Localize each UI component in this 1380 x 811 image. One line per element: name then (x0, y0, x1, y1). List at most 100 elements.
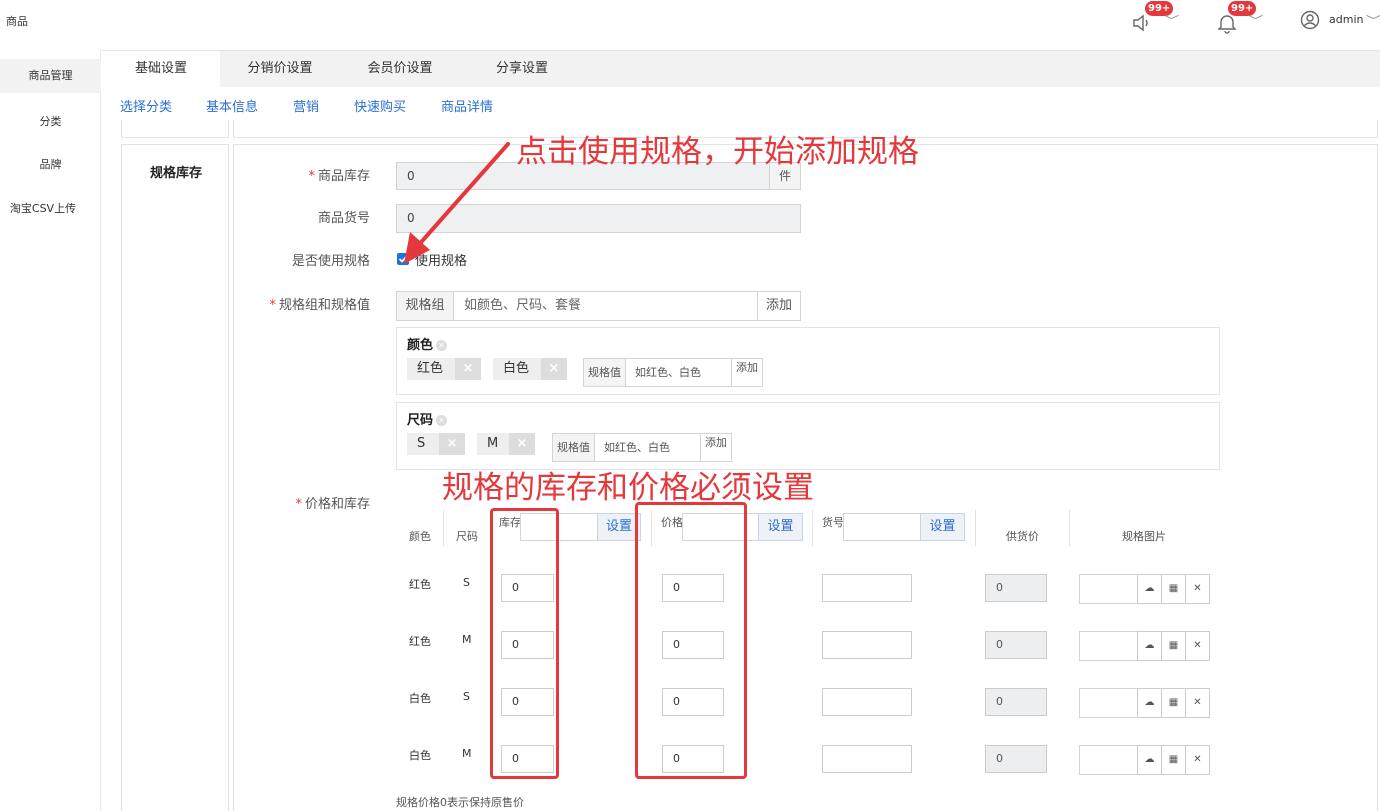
sku-label: 商品货号 (317, 211, 370, 226)
batch-code-input[interactable] (843, 513, 921, 541)
close-icon[interactable]: ✕ (1185, 574, 1210, 604)
section-label-box: 规格库存 (121, 144, 229, 811)
speaker-button[interactable]: 99+ (1131, 1, 1174, 32)
spec-value-tag: S × (407, 433, 465, 455)
spec-group-name: 颜色 ✕ (407, 334, 448, 353)
row-color: 红色 (409, 578, 431, 591)
tab-basic-settings[interactable]: 基础设置 (102, 51, 220, 88)
stock-highlight-box (490, 508, 559, 779)
row-color: 白色 (409, 749, 431, 762)
app-title: 商品 (6, 15, 28, 28)
spec-value-addon: 规格值 (583, 358, 626, 387)
grid-icon[interactable]: ▦ (1161, 745, 1186, 775)
col-size: 尺码 (456, 530, 478, 543)
tab-distribution-price[interactable]: 分销价设置 (228, 51, 332, 88)
remove-value-icon[interactable]: × (541, 358, 567, 380)
price-stock-label: * 价格和库存 (295, 497, 370, 512)
subnav-basic-info[interactable]: 基本信息 (206, 96, 258, 115)
row-image-input[interactable] (1079, 574, 1138, 604)
spec-group-input[interactable]: 如颜色、尺码、套餐 (453, 291, 758, 321)
spec-value-input[interactable]: 如红色、白色 (594, 433, 701, 462)
user-name[interactable]: admin (1329, 13, 1363, 26)
spec-group-addon: 规格组 (396, 291, 454, 321)
sidebar-item-taobao-csv[interactable]: 淘宝CSV上传 (0, 200, 86, 216)
sidebar-item-category[interactable]: 分类 (0, 113, 101, 129)
row-size: S (463, 690, 470, 703)
row-supply-price: 0 (985, 745, 1047, 773)
chevron-down-icon[interactable]: ﹀ (1248, 12, 1263, 28)
col-code: 货号 (822, 516, 844, 529)
row-image-input[interactable] (1079, 631, 1138, 661)
row-image-input[interactable] (1079, 745, 1138, 775)
spec-value-input[interactable]: 如红色、白色 (625, 358, 732, 387)
column-divider (443, 510, 444, 546)
batch-price-set-button[interactable]: 设置 (758, 513, 803, 541)
annotation-use-spec: 点击使用规格，开始添加规格 (516, 134, 919, 170)
tab-share-settings[interactable]: 分享设置 (472, 51, 572, 88)
grid-icon[interactable]: ▦ (1161, 688, 1186, 718)
spec-group-name: 尺码 ✕ (407, 409, 448, 428)
spec-group-label: * 规格组和规格值 (269, 298, 370, 313)
column-divider (975, 510, 976, 546)
row-image-input[interactable] (1079, 688, 1138, 718)
sidebar: 商品管理 分类 品牌 淘宝CSV上传 (0, 50, 101, 811)
col-spec-image: 规格图片 (1122, 530, 1166, 543)
grid-icon[interactable]: ▦ (1161, 574, 1186, 604)
section-title: 规格库存 (150, 166, 203, 181)
spec-value-addon: 规格值 (552, 433, 595, 462)
grid-icon[interactable]: ▦ (1161, 631, 1186, 661)
spec-value-tag: 红色 × (407, 358, 481, 380)
cloud-upload-icon[interactable]: ☁ (1137, 745, 1162, 775)
row-code-input[interactable] (822, 631, 912, 659)
row-supply-price: 0 (985, 631, 1047, 659)
row-color: 白色 (409, 692, 431, 705)
remove-value-icon[interactable]: × (439, 433, 465, 455)
tab-bar: 基础设置 分销价设置 会员价设置 分享设置 (102, 50, 1380, 88)
sidebar-item-brand[interactable]: 品牌 (0, 156, 101, 172)
column-divider (812, 510, 813, 546)
close-icon[interactable]: ✕ (1185, 688, 1210, 718)
remove-value-icon[interactable]: × (509, 433, 535, 455)
row-code-input[interactable] (822, 745, 912, 773)
stock-label: * 商品库存 (308, 169, 370, 184)
subnav-product-detail[interactable]: 商品详情 (441, 96, 493, 115)
price-footnote: 规格价格0表示保持原售价 (396, 796, 524, 809)
use-spec-label: 是否使用规格 (291, 254, 370, 269)
user-circle-icon[interactable] (1300, 10, 1320, 30)
row-size: S (463, 576, 470, 589)
col-color: 颜色 (409, 530, 431, 543)
spec-group-add-button[interactable]: 添加 (757, 291, 801, 321)
row-code-input[interactable] (822, 574, 912, 602)
row-supply-price: 0 (985, 688, 1047, 716)
row-code-input[interactable] (822, 688, 912, 716)
spec-value-add-button[interactable]: 添加 (731, 358, 763, 387)
bell-button[interactable]: 99+ (1216, 1, 1257, 34)
column-divider (1069, 510, 1070, 546)
row-size: M (462, 747, 472, 760)
close-icon[interactable]: ✕ (1185, 631, 1210, 661)
subnav-quick-buy[interactable]: 快速购买 (354, 96, 406, 115)
spec-value-tag: M × (477, 433, 535, 455)
close-icon[interactable]: ✕ (1185, 745, 1210, 775)
chevron-down-icon[interactable]: ﹀ (1164, 12, 1179, 28)
cloud-upload-icon[interactable]: ☁ (1137, 631, 1162, 661)
row-supply-price: 0 (985, 574, 1047, 602)
subnav-select-category[interactable]: 选择分类 (120, 96, 172, 115)
chevron-down-icon[interactable]: ﹀ (1366, 12, 1380, 28)
remove-group-icon[interactable]: ✕ (436, 415, 448, 426)
prev-section-label-box (121, 120, 229, 138)
sidebar-item-product-management[interactable]: 商品管理 (0, 59, 101, 93)
cloud-upload-icon[interactable]: ☁ (1137, 574, 1162, 604)
top-bar: 商品 99+ ﹀ 99+ ﹀ admin ﹀ (0, 0, 1380, 50)
spec-value-tag: 白色 × (493, 358, 567, 380)
remove-value-icon[interactable]: × (455, 358, 481, 380)
spec-value-add-button[interactable]: 添加 (700, 433, 732, 462)
tab-member-price[interactable]: 会员价设置 (348, 51, 452, 88)
cloud-upload-icon[interactable]: ☁ (1137, 688, 1162, 718)
subnav-marketing[interactable]: 营销 (293, 96, 319, 115)
row-size: M (462, 633, 472, 646)
row-color: 红色 (409, 635, 431, 648)
batch-code-set-button[interactable]: 设置 (920, 513, 965, 541)
remove-group-icon[interactable]: ✕ (436, 340, 448, 351)
price-highlight-box (635, 502, 747, 779)
